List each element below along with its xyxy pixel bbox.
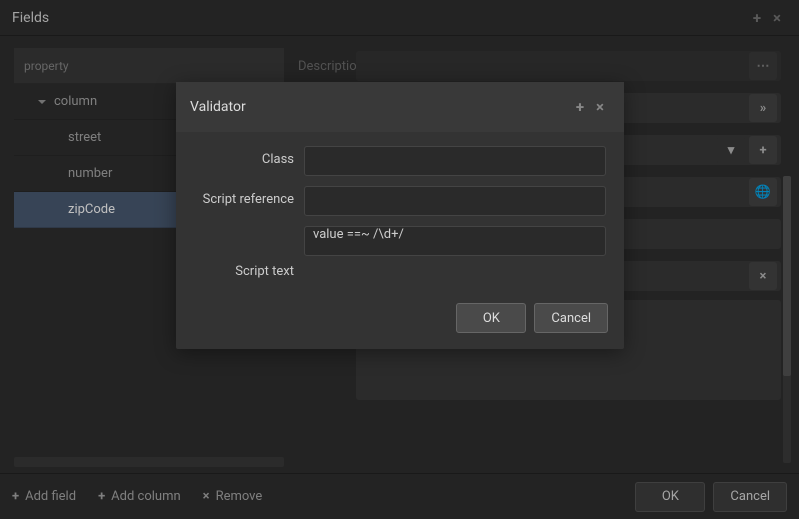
dialog-close-icon[interactable]: × [590,94,610,120]
dialog-ok-button[interactable]: OK [456,303,526,333]
validator-dialog: Validator + × Class Script reference Scr… [176,82,624,349]
dialog-cancel-label: Cancel [551,311,591,326]
dialog-add-icon[interactable]: + [570,94,590,120]
dialog-titlebar: Validator + × [176,82,624,132]
dialog-ok-label: OK [483,311,500,326]
class-input[interactable] [304,146,606,176]
dialog-cancel-button[interactable]: Cancel [534,303,608,333]
class-label: Class [194,146,304,167]
dialog-title: Validator [190,99,246,115]
script-text-input[interactable] [304,226,606,256]
script-reference-input[interactable] [304,186,606,216]
fields-window: Fields + × property column street number… [0,0,799,519]
script-reference-label: Script reference [194,186,304,207]
script-text-label: Script text [194,226,304,279]
dialog-body: Class Script reference Script text [176,132,624,293]
dialog-footer: OK Cancel [176,293,624,349]
